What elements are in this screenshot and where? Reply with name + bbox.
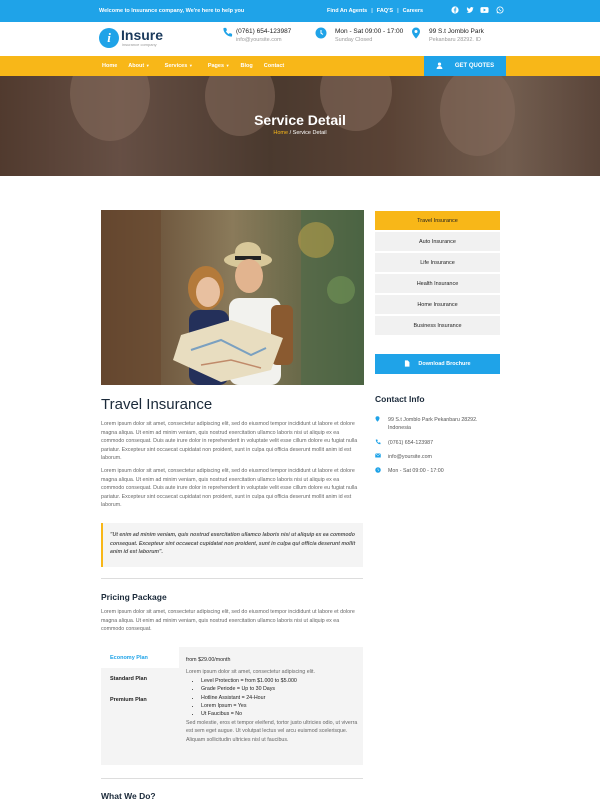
main-nav: Home About ▼ Services ▼ Pages ▼ Blog Con…: [0, 56, 600, 76]
service-image: [101, 210, 364, 385]
nav-about-label: About: [128, 63, 145, 69]
mail-icon: [375, 453, 388, 461]
top-links: Find An Agents | FAQ'S | Careers: [327, 8, 423, 14]
logo-name[interactable]: Insure: [121, 27, 163, 43]
user-icon: [436, 61, 443, 71]
contact-email: info@yoursite.com: [375, 453, 500, 461]
plan-price: from $29.00/month: [186, 657, 231, 663]
tab-premium-plan[interactable]: Premium Plan: [101, 689, 179, 710]
sidebar-item-life-insurance[interactable]: Life Insurance: [375, 253, 500, 272]
pricing-plans: Economy Plan Standard Plan Premium Plan …: [101, 647, 363, 765]
pricing-heading: Pricing Package: [101, 592, 167, 602]
blockquote: "Ut enim ad minim veniam, quis nostrud e…: [101, 523, 363, 567]
hours-text: Mon - Sat 09:00 - 17:00: [335, 28, 404, 35]
plan-feature: Lorem Ipsum = Yes: [201, 702, 358, 710]
email-address[interactable]: info@yoursite.com: [236, 36, 291, 45]
facebook-icon[interactable]: [450, 5, 459, 14]
get-quotes-button[interactable]: GET QUOTES: [424, 56, 506, 76]
address-text: 99 S.t Jomblo Park: [429, 28, 484, 35]
sidebar-item-travel-insurance[interactable]: Travel Insurance: [375, 211, 500, 230]
contact-phone-text[interactable]: (0761) 654-123987: [388, 439, 433, 448]
file-icon: [404, 359, 410, 369]
sidebar-item-auto-insurance[interactable]: Auto Insurance: [375, 232, 500, 251]
twitter-icon[interactable]: [465, 5, 474, 14]
phone-icon: [222, 27, 236, 45]
welcome-text: Welcome to Insurance company, We're here…: [99, 8, 245, 14]
pricing-text: Lorem ipsum dolor sit amet, consectetur …: [101, 609, 355, 632]
service-paragraph-1: Lorem ipsum dolor sit amet, consectetur …: [101, 421, 358, 461]
contact-address: 99 S.t Jomblo Park Pekanbaru 28292. Indo…: [375, 416, 500, 432]
separator: |: [397, 8, 399, 14]
phone-number[interactable]: (0761) 654-123987: [236, 27, 291, 36]
divider: [101, 778, 363, 779]
plan-description: Sed molestie, eros et tempor eleifend, t…: [186, 719, 358, 743]
page-title: Service Detail: [254, 112, 346, 128]
address-note: Pekanbaru 28292. ID: [429, 37, 481, 43]
chevron-down-icon: ▼: [225, 63, 230, 68]
social-links: [450, 5, 504, 14]
plan-feature: Hotline Assistant = 24-Hour: [201, 694, 358, 702]
phone-icon: [375, 439, 388, 448]
contact-email-text[interactable]: info@yoursite.com: [388, 453, 432, 461]
youtube-icon[interactable]: [480, 5, 489, 14]
sidebar-item-home-insurance[interactable]: Home Insurance: [375, 295, 500, 314]
nav-pages[interactable]: Pages ▼: [208, 63, 230, 69]
logo-tagline: insurance company: [122, 42, 157, 47]
breadcrumb-home-link[interactable]: Home: [273, 130, 288, 136]
chevron-down-icon: ▼: [145, 63, 150, 68]
nav-pages-label: Pages: [207, 63, 225, 69]
location-pin-icon: [375, 416, 388, 432]
faq-link[interactable]: FAQ'S: [377, 8, 393, 14]
plan-features: Level Protection = from $1.000 to $5.000…: [186, 677, 358, 719]
nav-about[interactable]: About ▼: [128, 63, 149, 69]
site-header: i Insure insurance company (0761) 654-12…: [0, 22, 600, 56]
nav-contact[interactable]: Contact: [264, 63, 284, 69]
nav-blog[interactable]: Blog: [241, 63, 253, 69]
download-brochure-label: Download Brochure: [418, 361, 471, 367]
nav-services-label: Services: [164, 63, 188, 69]
header-hours: Mon - Sat 09:00 - 17:00 Sunday Closed: [315, 27, 403, 45]
divider: [101, 578, 363, 579]
breadcrumb-current: / Service Detail: [289, 130, 327, 136]
header-phone: (0761) 654-123987 info@yoursite.com: [222, 27, 291, 45]
contact-hours-text: Mon - Sat 09:00 - 17:00: [388, 468, 444, 474]
header-address: 99 S.t Jomblo Park Pekanbaru 28292. ID: [411, 27, 484, 45]
contact-hours: Mon - Sat 09:00 - 17:00: [375, 467, 500, 476]
sidebar-item-business-insurance[interactable]: Business Insurance: [375, 316, 500, 335]
contact-address-text: 99 S.t Jomblo Park Pekanbaru 28292. Indo…: [388, 417, 478, 431]
location-pin-icon: [411, 27, 429, 45]
plan-feature: Ut Faucibus = No: [201, 710, 358, 718]
clock-icon: [315, 27, 335, 45]
breadcrumb: Home / Service Detail: [0, 130, 600, 136]
tab-economy-plan[interactable]: Economy Plan: [101, 647, 179, 668]
hours-note: Sunday Closed: [335, 37, 373, 43]
download-brochure-button[interactable]: Download Brochure: [375, 354, 500, 374]
find-agents-link[interactable]: Find An Agents: [327, 8, 367, 14]
nav-services[interactable]: Services ▼: [165, 63, 193, 69]
get-quotes-label: GET QUOTES: [454, 63, 495, 69]
contact-info-heading: Contact Info: [375, 394, 425, 404]
sidebar-item-health-insurance[interactable]: Health Insurance: [375, 274, 500, 293]
nav-home[interactable]: Home: [102, 63, 117, 69]
chevron-down-icon: ▼: [188, 63, 193, 68]
page-banner: Service Detail Home / Service Detail: [0, 76, 600, 176]
logo-icon[interactable]: i: [99, 28, 119, 48]
what-we-do-heading: What We Do?: [101, 791, 156, 800]
contact-phone: (0761) 654-123987: [375, 439, 500, 448]
plan-feature: Grade Periode = Up to 30 Days: [201, 685, 358, 693]
careers-link[interactable]: Careers: [403, 8, 424, 14]
top-bar: Welcome to Insurance company, We're here…: [0, 0, 600, 22]
service-title: Travel Insurance: [101, 396, 213, 413]
service-paragraph-2: Lorem ipsum dolor sit amet, consectetur …: [101, 468, 358, 508]
clock-icon: [375, 467, 388, 476]
plan-feature: Level Protection = from $1.000 to $5.000: [201, 677, 358, 685]
separator: |: [371, 8, 373, 14]
tab-standard-plan[interactable]: Standard Plan: [101, 668, 179, 689]
plan-intro: Lorem ipsum dolor sit amet, consectetur …: [186, 669, 315, 676]
plan-details: from $29.00/month Lorem ipsum dolor sit …: [186, 656, 358, 744]
whatsapp-icon[interactable]: [495, 5, 504, 14]
